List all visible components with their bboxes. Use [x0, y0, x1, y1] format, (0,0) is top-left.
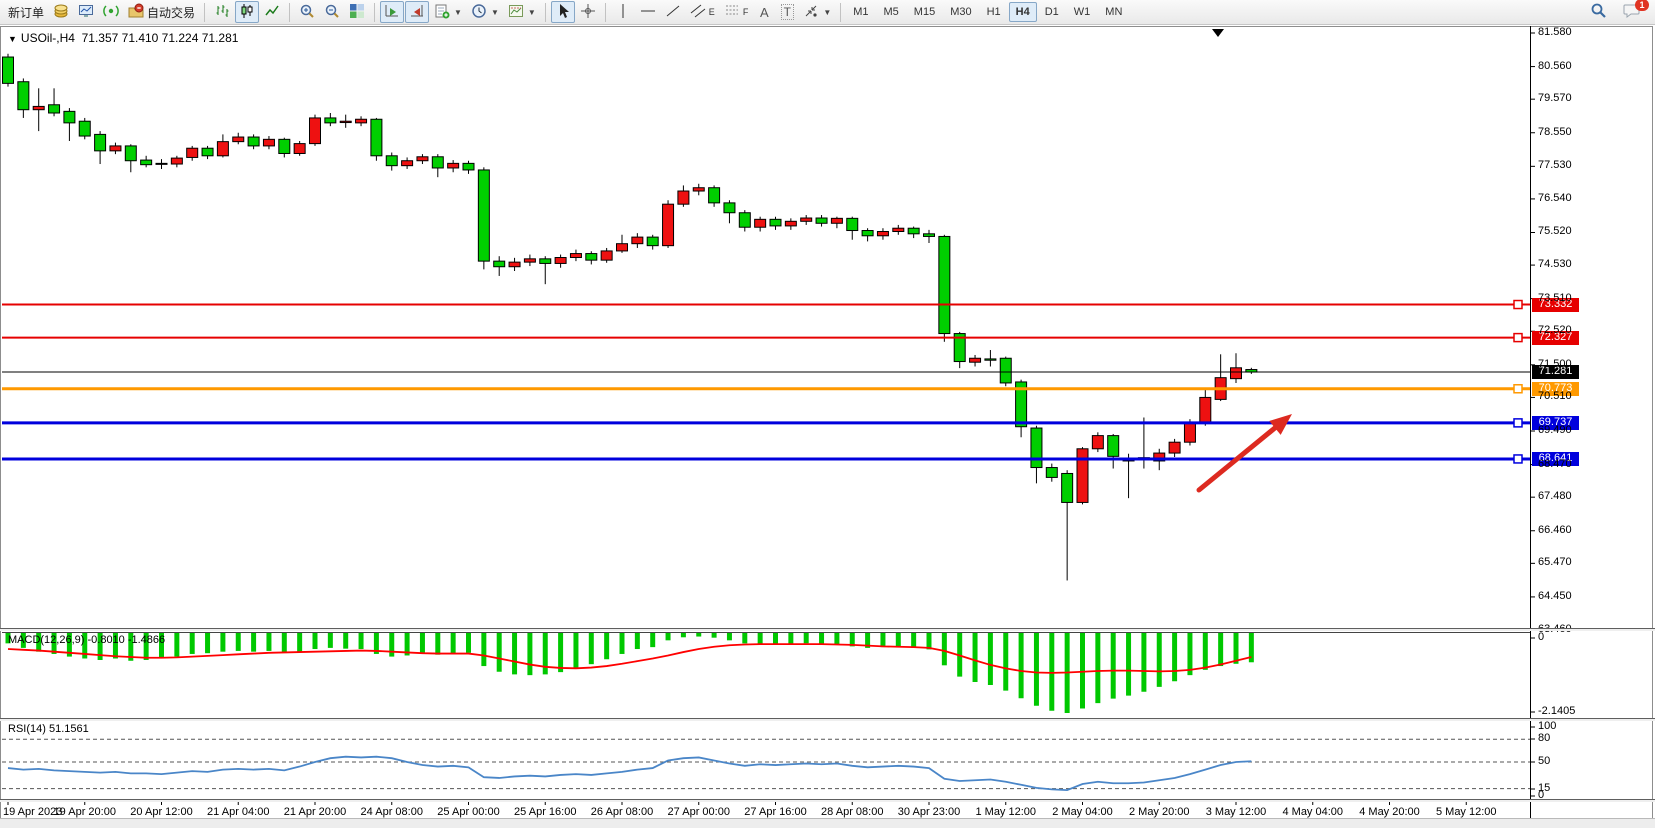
candle-body: [617, 244, 628, 251]
candle-body: [970, 358, 981, 362]
rsi-value: 51.1561: [49, 723, 89, 735]
candle-body: [862, 231, 873, 236]
candle-body: [770, 219, 781, 226]
macd-name: MACD(12,26,9): [8, 634, 84, 646]
symbol-period-label: USOil-,H4: [21, 31, 75, 45]
application-window: 新订单 自动交易: [0, 0, 1655, 828]
candle-body: [693, 188, 704, 191]
candle-body: [847, 218, 858, 230]
candle-body: [524, 259, 535, 262]
candle-body: [448, 163, 459, 168]
candle-body: [893, 228, 904, 231]
candle-body: [1200, 397, 1211, 422]
rsi-indicator-label: RSI(14) 51.1561: [8, 723, 89, 735]
candle-body: [1046, 468, 1057, 478]
candle-body: [33, 106, 44, 109]
line-handle[interactable]: [1514, 455, 1522, 463]
chart-title: ▼ USOil-,H4 71.357 71.410 71.224 71.281: [8, 31, 238, 45]
window-bottom-edge: [0, 818, 1655, 828]
time-axis-border: [0, 799, 1655, 802]
candle-body: [1108, 436, 1119, 457]
candle-body: [310, 118, 321, 144]
candle-body: [171, 158, 182, 164]
line-handle[interactable]: [1514, 301, 1522, 309]
candle-body: [18, 82, 29, 110]
candle-body: [294, 144, 305, 154]
price-axis-border: [1530, 26, 1531, 818]
candle-body: [1077, 449, 1088, 503]
candle-body: [64, 111, 75, 123]
candle-body: [110, 146, 121, 151]
candle-body: [586, 254, 597, 261]
candle-body: [1000, 358, 1011, 383]
candle-body: [141, 160, 152, 165]
macd-indicator-label: MACD(12,26,9) -0.8010 -1.4866: [8, 634, 165, 646]
candle-body: [463, 163, 474, 170]
chart-shift-marker[interactable]: [1212, 29, 1224, 37]
candle-body: [263, 139, 274, 146]
candle-body: [908, 228, 919, 234]
candle-body: [985, 359, 996, 360]
line-handle[interactable]: [1514, 385, 1522, 393]
candle-body: [279, 139, 290, 153]
candle-body: [248, 137, 259, 146]
candle-body: [632, 237, 643, 244]
candle-body: [509, 262, 520, 267]
candle-body: [801, 218, 812, 221]
candle-body: [724, 203, 735, 213]
candle-body: [877, 232, 888, 236]
candle-body: [402, 161, 413, 166]
candle-body: [816, 218, 827, 223]
candle-body: [49, 105, 60, 113]
rsi-name: RSI(14): [8, 723, 46, 735]
candle-body: [1031, 428, 1042, 468]
candle-body: [494, 261, 505, 267]
candle-body: [478, 170, 489, 261]
candle-body: [1184, 423, 1195, 442]
macd-values: -0.8010 -1.4866: [87, 634, 165, 646]
trend-arrow-annotation[interactable]: [1199, 423, 1281, 490]
line-handle[interactable]: [1514, 334, 1522, 342]
candle-body: [217, 142, 228, 156]
candle-body: [540, 259, 551, 264]
candle-body: [3, 57, 14, 83]
pane-splitter-macd[interactable]: [0, 628, 1655, 631]
candle-body: [939, 236, 950, 333]
candle-body: [233, 137, 244, 142]
line-handle[interactable]: [1514, 419, 1522, 427]
candle-body: [647, 237, 658, 246]
candle-body: [709, 188, 720, 203]
candle-body: [202, 148, 213, 156]
candle-body: [570, 254, 581, 258]
candle-body: [924, 234, 935, 237]
candle-body: [356, 119, 367, 123]
candle-body: [125, 146, 136, 161]
candle-body: [1092, 436, 1103, 449]
candle-body: [663, 204, 674, 245]
candle-body: [755, 219, 766, 227]
chart-canvas[interactable]: [0, 0, 1655, 828]
candle-body: [1169, 442, 1180, 453]
pane-splitter-rsi[interactable]: [0, 718, 1655, 721]
candle-body: [678, 191, 689, 204]
candle-body: [1231, 368, 1242, 379]
candle-body: [1062, 473, 1073, 502]
candle-body: [79, 121, 90, 136]
symbol-dropdown-icon[interactable]: ▼: [8, 34, 17, 44]
candle-body: [95, 134, 106, 150]
candle-body: [187, 148, 198, 157]
candle-body: [325, 118, 336, 123]
candle-body: [739, 213, 750, 227]
candle-body: [555, 258, 566, 264]
candle-body: [831, 218, 842, 223]
candle-body: [432, 157, 443, 168]
candle-body: [371, 119, 382, 156]
candle-body: [386, 156, 397, 166]
candle-body: [785, 221, 796, 226]
candle-body: [417, 157, 428, 161]
ohlc-values: 71.357 71.410 71.224 71.281: [82, 31, 239, 45]
candle-body: [340, 121, 351, 122]
candle-body: [156, 163, 167, 164]
candle-body: [601, 251, 612, 260]
